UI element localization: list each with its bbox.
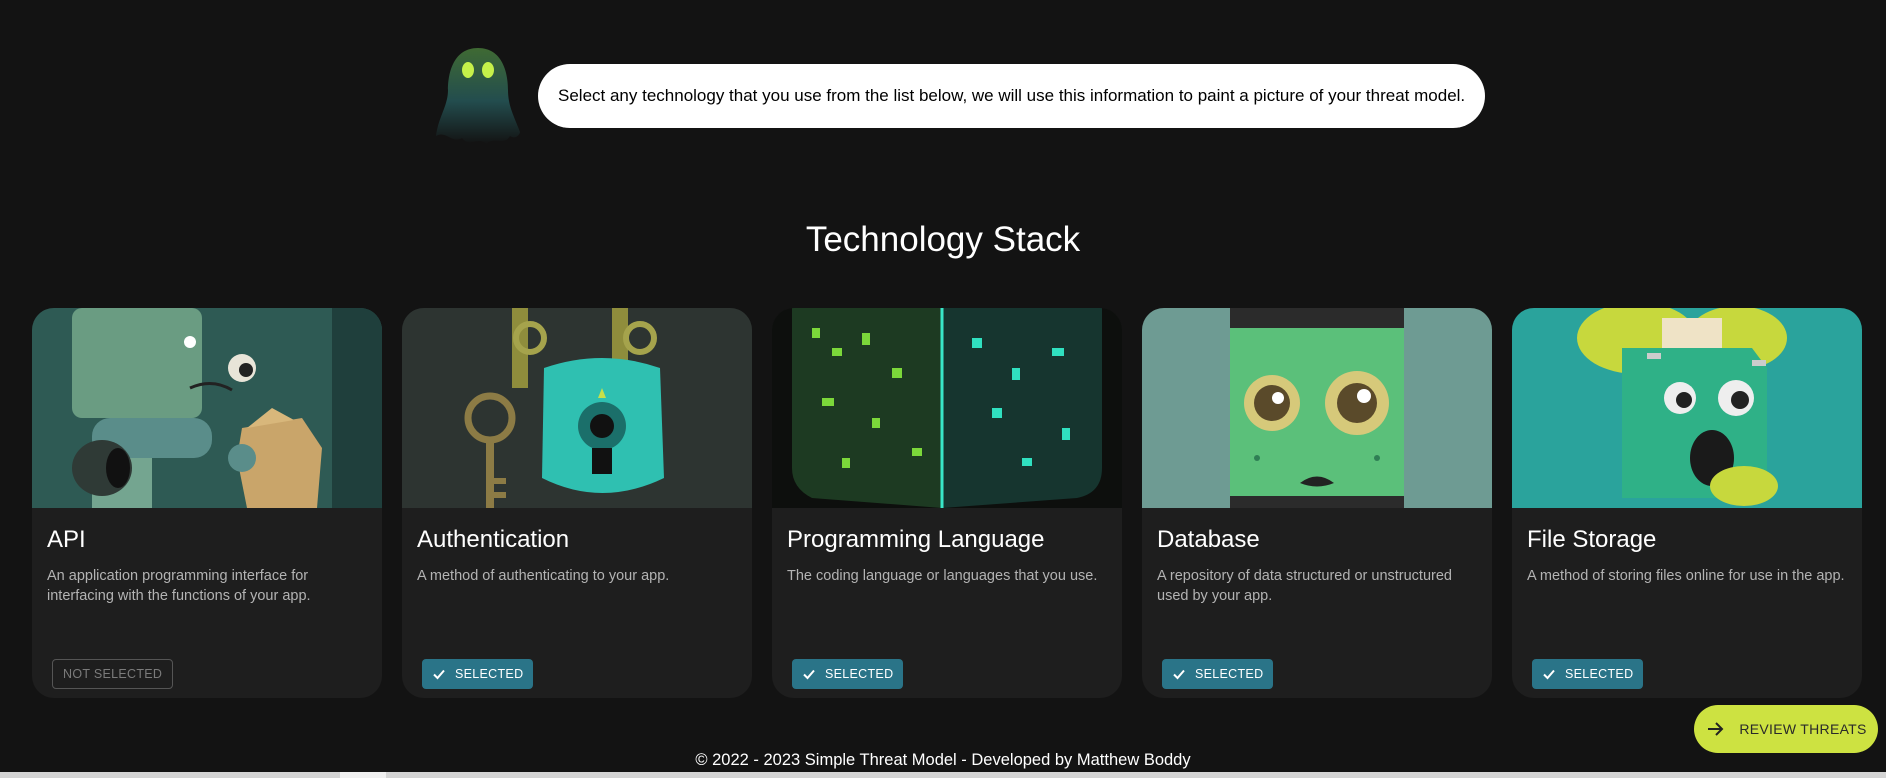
arrow-right-icon — [1708, 722, 1724, 736]
check-icon — [803, 669, 815, 680]
review-threats-button[interactable]: REVIEW THREATS — [1694, 705, 1878, 753]
card-database[interactable]: Database A repository of data structured… — [1142, 308, 1492, 698]
card-description: A method of storing files online for use… — [1527, 568, 1845, 584]
toggle-label: SELECTED — [825, 667, 894, 681]
horizontal-scrollbar[interactable] — [0, 772, 1886, 778]
scrollbar-thumb[interactable] — [340, 772, 386, 778]
toggle-label: NOT SELECTED — [63, 667, 163, 681]
card-description: A repository of data structured or unstr… — [1157, 568, 1452, 604]
card-title: Programming Language — [787, 526, 1045, 553]
intro-message: Select any technology that you use from … — [538, 64, 1486, 128]
intro-section: Select any technology that you use from … — [434, 44, 1486, 148]
card-authentication[interactable]: Authentication A method of authenticatin… — [402, 308, 752, 698]
card-description: The coding language or languages that yo… — [787, 568, 1098, 584]
card-title: Database — [1157, 526, 1260, 553]
selected-toggle-button[interactable]: SELECTED — [1532, 659, 1644, 689]
not-selected-toggle-button[interactable]: NOT SELECTED — [52, 659, 174, 689]
card-api[interactable]: API An application programming interface… — [32, 308, 382, 698]
ghost-mascot-icon — [436, 48, 520, 144]
card-description: A method of authenticating to your app. — [417, 568, 670, 584]
card-description: An application programming interface for… — [47, 568, 311, 604]
page-title: Technology Stack — [805, 220, 1081, 259]
card-title: Authentication — [417, 526, 570, 553]
file-storage-cabinet-image — [1512, 308, 1862, 508]
footer-copyright: © 2022 - 2023 Simple Threat Model - Deve… — [695, 751, 1191, 769]
programming-cube-image — [772, 308, 1122, 508]
toggle-label: SELECTED — [1195, 667, 1264, 681]
database-cylinder-image — [1142, 308, 1492, 508]
api-robot-image — [32, 308, 382, 508]
technology-card-list: API An application programming interface… — [32, 308, 1862, 698]
check-icon — [1173, 669, 1185, 680]
card-programming-language[interactable]: Programming Language The coding language… — [772, 308, 1122, 698]
card-file-storage[interactable]: File Storage A method of storing files o… — [1512, 308, 1862, 698]
toggle-label: SELECTED — [1565, 667, 1634, 681]
card-title: API — [47, 526, 86, 553]
selected-toggle-button[interactable]: SELECTED — [792, 659, 904, 689]
authentication-lock-image — [402, 308, 752, 508]
check-icon — [433, 669, 445, 680]
selected-toggle-button[interactable]: SELECTED — [422, 659, 534, 689]
review-threats-label: REVIEW THREATS — [1739, 721, 1867, 737]
selected-toggle-button[interactable]: SELECTED — [1162, 659, 1274, 689]
check-icon — [1543, 669, 1555, 680]
card-title: File Storage — [1527, 526, 1657, 553]
toggle-label: SELECTED — [455, 667, 524, 681]
